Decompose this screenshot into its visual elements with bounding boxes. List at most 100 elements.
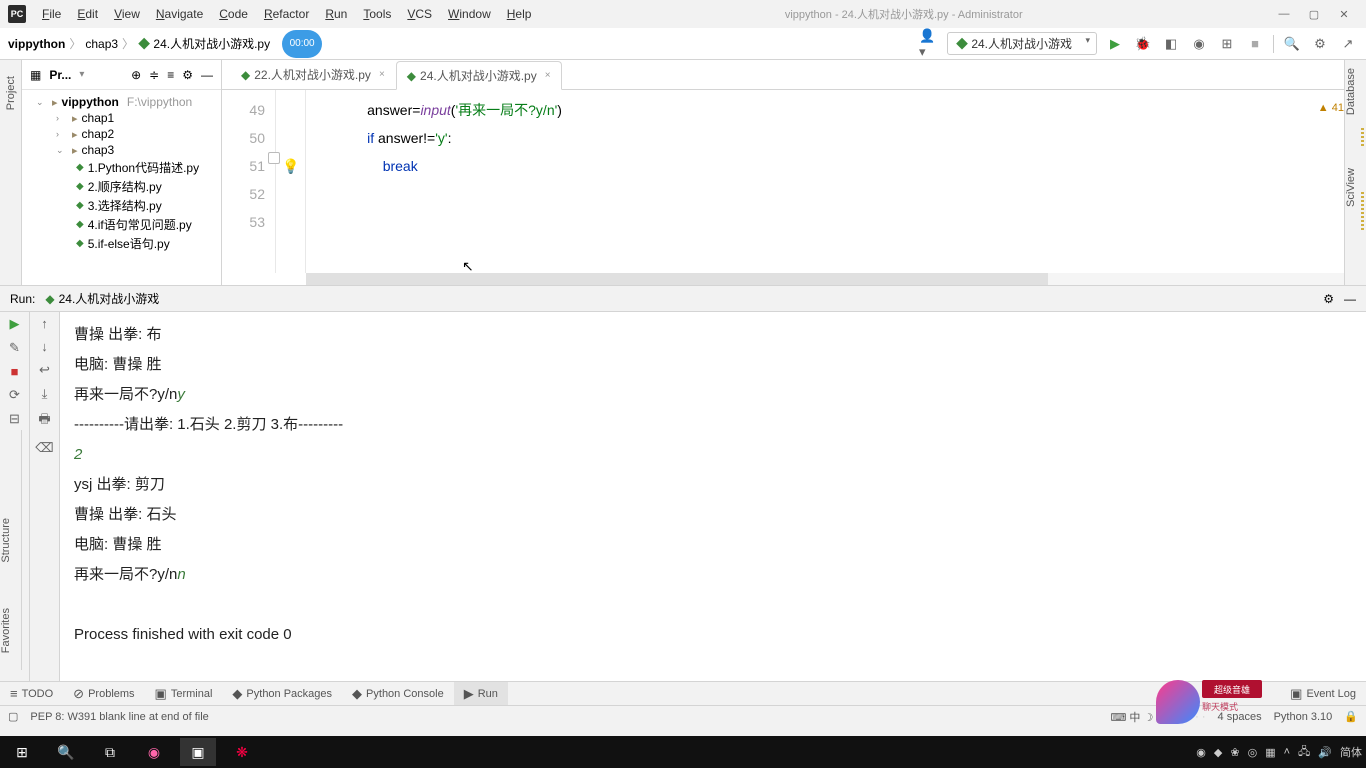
editor-body[interactable]: 4950515253 💡 41 ʌ v answer=input('再来一局不?… (222, 90, 1366, 273)
fold-marker[interactable] (268, 152, 280, 164)
tree-item[interactable]: ⌄▸ vippythonF:\vippython (22, 94, 221, 110)
project-tree[interactable]: ⌄▸ vippythonF:\vippython›▸ chap1›▸ chap2… (22, 90, 221, 257)
code-line[interactable]: if answer!='y': (336, 124, 1366, 152)
users-icon[interactable]: 👤▾ (919, 34, 939, 54)
bottom-tab-python-console[interactable]: ◆Python Console (342, 682, 454, 705)
rerun-button[interactable]: ▶ (10, 316, 20, 332)
menu-navigate[interactable]: Navigate (150, 5, 209, 23)
bottom-tab-run[interactable]: ▶Run (454, 682, 508, 705)
search-button[interactable]: 🔍 (1282, 34, 1302, 54)
collapse-all-icon[interactable]: ≡ (167, 68, 174, 82)
tray-icon[interactable]: ❀ (1230, 746, 1239, 759)
tree-item[interactable]: ◆ 4.if语句常见问题.py (22, 215, 221, 234)
timer-badge[interactable]: 00:00 (282, 30, 322, 58)
favorites-tool-button[interactable]: Favorites (0, 600, 12, 661)
tray-icon[interactable]: ◎ (1248, 746, 1258, 759)
tree-item[interactable]: ›▸ chap1 (22, 110, 221, 126)
run-config-selector[interactable]: ◆ 24.人机对战小游戏 (947, 32, 1097, 55)
maximize-button[interactable]: ▢ (1300, 3, 1328, 25)
close-tab-icon[interactable]: × (379, 69, 385, 80)
search-taskbar-button[interactable]: 🔍 (48, 738, 84, 766)
notifications-button[interactable]: ↗ (1338, 34, 1358, 54)
floating-widget[interactable]: 超级音雄 聊天模式 (1156, 680, 1266, 716)
up-stack-icon[interactable]: ↑ (41, 316, 48, 331)
menu-run[interactable]: Run (319, 5, 353, 23)
database-tool-button[interactable]: Database (1345, 60, 1357, 125)
tree-item[interactable]: ◆ 5.if-else语句.py (22, 234, 221, 253)
bottom-tab-problems[interactable]: ⊘Problems (63, 682, 144, 705)
breadcrumb-item[interactable]: ◆ 24.人机对战小游戏.py (138, 35, 270, 52)
profile-button[interactable]: ◉ (1189, 34, 1209, 54)
close-tab-icon[interactable]: × (545, 70, 551, 81)
code-area[interactable]: 41 ʌ v answer=input('再来一局不?y/n') if answ… (306, 90, 1366, 273)
app-taskbar-2[interactable]: ❋ (224, 738, 260, 766)
editor-horizontal-scrollbar[interactable] (306, 273, 1366, 285)
event-log-tab[interactable]: ▣Event Log (1280, 682, 1366, 705)
bottom-tab-python-packages[interactable]: ◆Python Packages (222, 682, 342, 705)
settings-button[interactable]: ⚙ (1310, 34, 1330, 54)
project-tool-button[interactable]: Project (5, 68, 17, 118)
run-settings-icon[interactable]: ⚙ (1323, 292, 1334, 306)
menu-view[interactable]: View (108, 5, 146, 23)
menu-refactor[interactable]: Refactor (258, 5, 315, 23)
project-view-icon[interactable]: ▦ (30, 68, 41, 82)
app-taskbar-1[interactable]: ◉ (136, 738, 172, 766)
tree-item[interactable]: ⌄▸ chap3 (22, 142, 221, 158)
editor-tab[interactable]: ◆ 24.人机对战小游戏.py× (396, 61, 562, 90)
tray-up-icon[interactable]: ˄ (1284, 746, 1290, 758)
coverage-button[interactable]: ◧ (1161, 34, 1181, 54)
debug-button[interactable]: 🐞 (1133, 34, 1153, 54)
tray-icon[interactable]: ◆ (1214, 746, 1222, 759)
tree-item[interactable]: ◆ 3.选择结构.py (22, 196, 221, 215)
start-button[interactable]: ⊞ (4, 738, 40, 766)
breadcrumb-item[interactable]: chap3 (85, 37, 118, 51)
volume-icon[interactable]: 🔊 (1318, 746, 1332, 759)
stop-button[interactable]: ■ (1245, 34, 1265, 54)
menu-tools[interactable]: Tools (357, 5, 397, 23)
lock-icon[interactable]: 🔒 (1344, 710, 1358, 723)
sciview-tool-button[interactable]: SciView (1345, 160, 1357, 217)
concurrency-button[interactable]: ⊞ (1217, 34, 1237, 54)
hide-panel-icon[interactable]: — (201, 68, 213, 82)
menu-vcs[interactable]: VCS (401, 5, 438, 23)
warnings-badge[interactable]: 41 (1318, 94, 1344, 122)
tray-icon[interactable]: ◉ (1196, 746, 1206, 759)
menu-code[interactable]: Code (213, 5, 254, 23)
modify-run-button[interactable]: ✎ (9, 340, 20, 356)
settings-icon[interactable]: ⚙ (182, 68, 193, 82)
tree-item[interactable]: ›▸ chap2 (22, 126, 221, 142)
taskview-button[interactable]: ⧉ (92, 738, 128, 766)
network-icon[interactable]: 🖧 (1298, 743, 1310, 762)
menu-help[interactable]: Help (501, 5, 538, 23)
hide-run-panel-icon[interactable]: — (1344, 292, 1356, 306)
intention-bulb-icon[interactable]: 💡 (282, 158, 299, 175)
expand-all-icon[interactable]: ≑ (149, 68, 159, 82)
code-line[interactable]: answer=input('再来一局不?y/n') (336, 96, 1366, 124)
restart-button[interactable]: ⟳ (9, 387, 20, 403)
layout-icon[interactable]: ⊟ (9, 411, 20, 427)
stop-run-button[interactable]: ■ (11, 364, 19, 379)
console-output[interactable]: 曹操 出拳: 布电脑: 曹操 胜再来一局不?y/ny----------请出拳:… (60, 312, 1366, 681)
structure-tool-button[interactable]: Structure (0, 510, 12, 571)
soft-wrap-icon[interactable]: ↩ (39, 362, 50, 378)
menu-file[interactable]: File (36, 5, 67, 23)
run-button[interactable]: ▶ (1105, 34, 1125, 54)
code-line[interactable]: break (336, 152, 1366, 180)
print-icon[interactable]: 🖶 (38, 410, 50, 432)
tree-item[interactable]: ◆ 1.Python代码描述.py (22, 158, 221, 177)
bottom-tab-terminal[interactable]: ▣Terminal (145, 682, 223, 705)
editor-tab[interactable]: ◆ 22.人机对战小游戏.py× (230, 60, 396, 89)
down-stack-icon[interactable]: ↓ (41, 339, 48, 354)
tree-item[interactable]: ◆ 2.顺序结构.py (22, 177, 221, 196)
bottom-tab-todo[interactable]: ≡TODO (0, 682, 63, 705)
interpreter-indicator[interactable]: Python 3.10 (1274, 711, 1333, 723)
select-open-file-icon[interactable]: ⊕ (131, 68, 141, 82)
close-button[interactable]: ✕ (1330, 3, 1358, 25)
menu-edit[interactable]: Edit (71, 5, 104, 23)
breadcrumb-item[interactable]: vippython (8, 37, 65, 51)
clear-icon[interactable]: ⌫ (35, 440, 53, 456)
pycharm-taskbar[interactable]: ▣ (180, 738, 216, 766)
menu-window[interactable]: Window (442, 5, 497, 23)
tray-icon[interactable]: ▦ (1265, 746, 1275, 759)
minimize-button[interactable]: — (1270, 3, 1298, 25)
